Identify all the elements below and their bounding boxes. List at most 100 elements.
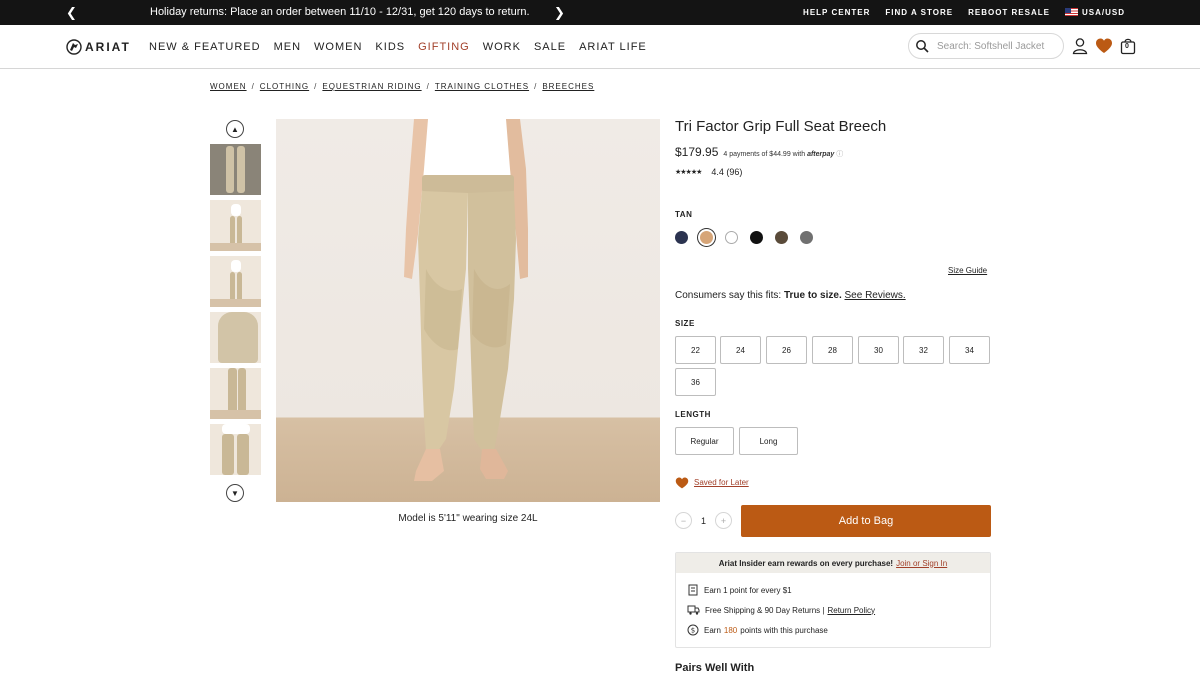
main-nav: NEW & FEATURED MEN WOMEN KIDS GIFTING WO… [149, 25, 660, 69]
nav-new-featured[interactable]: NEW & FEATURED [149, 41, 261, 53]
thumbnail-2[interactable] [210, 200, 261, 251]
locale-selector[interactable]: USA/USD [1064, 8, 1125, 17]
bag-count: 0 [1125, 43, 1129, 50]
thumbnail-list [210, 144, 262, 480]
size-24-button[interactable]: 24 [720, 336, 761, 364]
breadcrumb: WOMEN / CLOTHING / EQUESTRIAN RIDING / T… [210, 82, 594, 91]
truck-icon [687, 605, 700, 615]
search-icon[interactable] [915, 39, 929, 53]
breadcrumb-separator-icon: / [426, 82, 430, 91]
thumbnail-4[interactable] [210, 312, 261, 363]
chevron-left-icon[interactable]: ❮ [66, 0, 77, 25]
locale-label: USA/USD [1081, 8, 1125, 17]
model-breeches-image [404, 119, 528, 481]
size-32-button[interactable]: 32 [903, 336, 944, 364]
thumbnail-6[interactable] [210, 424, 261, 475]
add-to-bag-button[interactable]: Add to Bag [741, 505, 991, 537]
swatch-gray[interactable] [800, 231, 813, 244]
nav-work[interactable]: WORK [483, 41, 521, 53]
afterpay-text: 4 payments of $44.99 with afterpay ⓘ [723, 149, 843, 159]
swatch-black[interactable] [750, 231, 763, 244]
breadcrumb-separator-icon: / [314, 82, 318, 91]
rating-row[interactable]: ★★★★★ 4.4 (96) [675, 167, 742, 177]
product-title: Tri Factor Grip Full Seat Breech [675, 118, 887, 135]
thumbnail-3[interactable] [210, 256, 261, 307]
perk3-post: points with this purchase [740, 625, 828, 635]
nav-kids[interactable]: KIDS [375, 41, 405, 53]
join-sign-in-link[interactable]: Join or Sign In [896, 559, 947, 568]
nav-sale[interactable]: SALE [534, 41, 566, 53]
size-label: SIZE [675, 319, 695, 328]
site-header: ARIAT NEW & FEATURED MEN WOMEN KIDS GIFT… [0, 25, 1200, 69]
see-reviews-link[interactable]: See Reviews. [845, 290, 906, 301]
bag-button[interactable]: 0 [1119, 37, 1137, 55]
swatch-brown[interactable] [775, 231, 788, 244]
insider-rewards-box: Ariat Insider earn rewards on every purc… [675, 552, 991, 648]
size-34-button[interactable]: 34 [949, 336, 990, 364]
quantity-stepper: − 1 + [675, 512, 732, 529]
swatch-white[interactable] [725, 231, 738, 244]
product-main-image[interactable] [276, 119, 660, 502]
product-price: $179.95 [675, 145, 719, 159]
swatch-navy[interactable] [675, 231, 688, 244]
plus-icon[interactable]: + [715, 512, 732, 529]
length-regular-button[interactable]: Regular [675, 427, 734, 455]
breadcrumb-separator-icon: / [251, 82, 255, 91]
perk-purchase-points: $ Earn 180 points with this purchase [687, 624, 828, 636]
perk2-text: Free Shipping & 90 Day Returns | [705, 605, 825, 615]
heart-icon[interactable] [1095, 37, 1113, 55]
ariat-logo[interactable]: ARIAT [66, 38, 131, 56]
star-rating-icon: ★★★★★ [675, 169, 702, 176]
nav-ariat-life[interactable]: ARIAT LIFE [579, 41, 647, 53]
length-label: LENGTH [675, 410, 711, 419]
model-caption: Model is 5'11" wearing size 24L [398, 513, 538, 524]
color-swatches [675, 231, 825, 244]
breadcrumb-separator-icon: / [534, 82, 538, 91]
return-policy-link[interactable]: Return Policy [827, 606, 875, 615]
breadcrumb-clothing[interactable]: CLOTHING [260, 82, 309, 91]
size-30-button[interactable]: 30 [858, 336, 899, 364]
chevron-right-icon[interactable]: ❯ [554, 0, 565, 25]
quantity-value[interactable]: 1 [692, 516, 715, 526]
afterpay-installments: 4 payments of $44.99 with [723, 151, 806, 158]
afterpay-logo: afterpay [807, 151, 835, 158]
breadcrumb-training-clothes[interactable]: TRAINING CLOTHES [435, 82, 529, 91]
perk-shipping: Free Shipping & 90 Day Returns | Return … [687, 604, 875, 616]
thumbnail-down-arrow-icon[interactable]: ▼ [226, 484, 244, 502]
search-input[interactable] [937, 38, 1057, 54]
perk3-pre: Earn [704, 625, 721, 635]
insider-headline: Ariat Insider earn rewards on every purc… [676, 553, 990, 573]
logo-text: ARIAT [85, 40, 131, 54]
size-26-button[interactable]: 26 [766, 336, 807, 364]
heart-filled-icon [675, 477, 689, 489]
breadcrumb-breeches[interactable]: BREECHES [542, 82, 594, 91]
receipt-icon [688, 584, 698, 596]
breadcrumb-women[interactable]: WOMEN [210, 82, 247, 91]
swatch-tan[interactable] [700, 231, 713, 244]
search-box [908, 33, 1064, 59]
thumbnail-1[interactable] [210, 144, 261, 195]
color-label: TAN [675, 210, 693, 219]
length-long-button[interactable]: Long [739, 427, 798, 455]
horse-logo-icon [66, 39, 82, 55]
saved-for-later[interactable]: Saved for Later [675, 476, 749, 489]
minus-icon[interactable]: − [675, 512, 692, 529]
size-22-button[interactable]: 22 [675, 336, 716, 364]
nav-women[interactable]: WOMEN [314, 41, 362, 53]
account-icon[interactable] [1071, 37, 1089, 55]
nav-men[interactable]: MEN [274, 41, 301, 53]
size-guide-link[interactable]: Size Guide [948, 266, 987, 275]
perk-points: Earn 1 point for every $1 [687, 584, 792, 596]
dollar-coin-icon: $ [687, 624, 699, 636]
size-28-button[interactable]: 28 [812, 336, 853, 364]
thumbnail-5[interactable] [210, 368, 261, 419]
thumbnail-up-arrow-icon[interactable]: ▲ [226, 120, 244, 138]
find-store-link[interactable]: FIND A STORE [885, 8, 953, 17]
promo-bar: ❮ Holiday returns: Place an order betwee… [0, 0, 1200, 25]
size-36-button[interactable]: 36 [675, 368, 716, 396]
breadcrumb-equestrian-riding[interactable]: EQUESTRIAN RIDING [322, 82, 421, 91]
help-center-link[interactable]: HELP CENTER [803, 8, 870, 17]
reboot-resale-link[interactable]: REBOOT RESALE [968, 8, 1050, 17]
nav-gifting[interactable]: GIFTING [418, 41, 470, 53]
info-icon[interactable]: ⓘ [836, 151, 843, 158]
